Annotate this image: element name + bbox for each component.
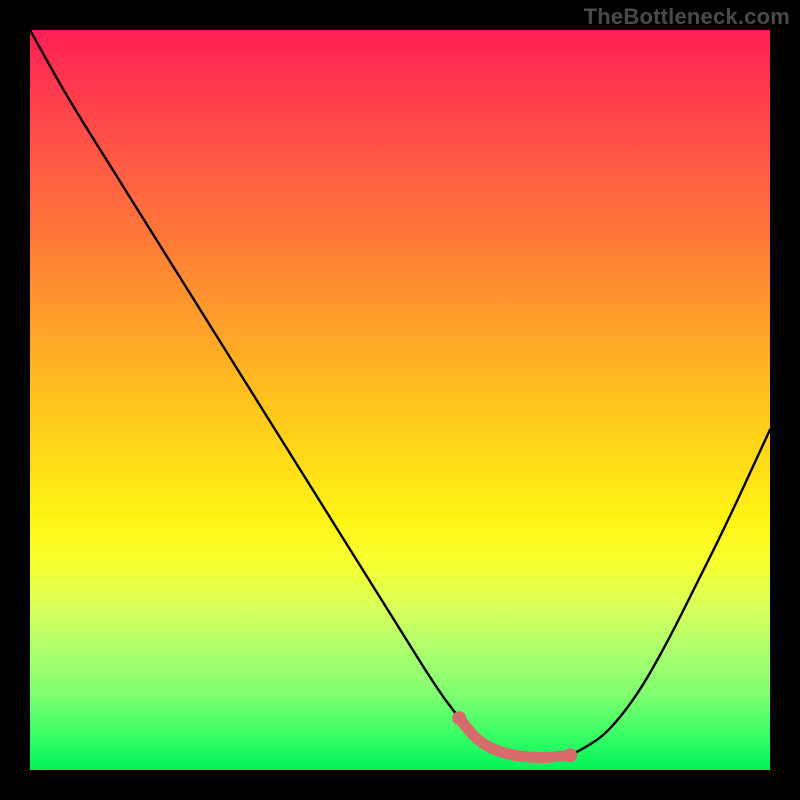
plot-area xyxy=(30,30,770,770)
optimal-band-highlight xyxy=(459,718,570,757)
optimal-band-dot-right xyxy=(563,748,577,762)
bottleneck-curve xyxy=(30,30,770,757)
watermark-text: TheBottleneck.com xyxy=(584,4,790,30)
chart-overlay xyxy=(30,30,770,770)
chart-container: TheBottleneck.com xyxy=(0,0,800,800)
optimal-band-dot-left xyxy=(452,711,466,725)
